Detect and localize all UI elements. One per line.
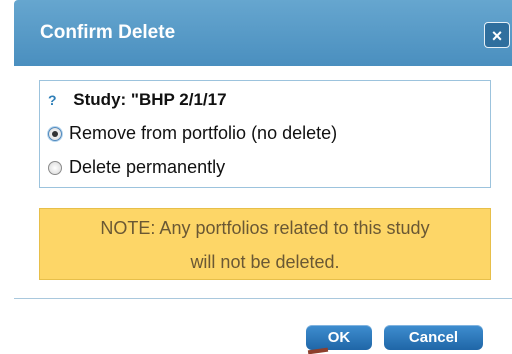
confirm-delete-dialog: Confirm Delete × ? Study: "BHP 2/1/17 Re… [0, 0, 512, 354]
close-icon: × [491, 26, 503, 46]
dialog-title: Confirm Delete [40, 22, 176, 43]
cancel-button[interactable]: Cancel [384, 325, 483, 350]
study-options-box: ? Study: "BHP 2/1/17 Remove from portfol… [39, 80, 491, 188]
remove-from-portfolio-label: Remove from portfolio (no delete) [69, 123, 338, 143]
question-mark-icon: ? [48, 92, 57, 108]
note-line-2: will not be deleted. [190, 252, 340, 272]
study-label: Study: "BHP 2/1/17 [73, 90, 227, 109]
footer-separator [14, 298, 512, 299]
close-button[interactable]: × [484, 22, 510, 48]
remove-from-portfolio-option[interactable]: Remove from portfolio (no delete) [48, 123, 337, 144]
ok-button[interactable]: OK [306, 325, 372, 350]
warning-note: NOTE: Any portfolios related to this stu… [39, 208, 491, 280]
delete-permanently-label: Delete permanently [69, 157, 226, 177]
delete-permanently-option[interactable]: Delete permanently [48, 157, 225, 178]
study-heading: ? Study: "BHP 2/1/17 [48, 90, 227, 110]
note-line-1: NOTE: Any portfolios related to this stu… [100, 218, 430, 238]
radio-unselected-icon[interactable] [48, 160, 62, 175]
radio-selected-icon[interactable] [48, 126, 62, 141]
dialog-titlebar: Confirm Delete × [14, 0, 512, 66]
